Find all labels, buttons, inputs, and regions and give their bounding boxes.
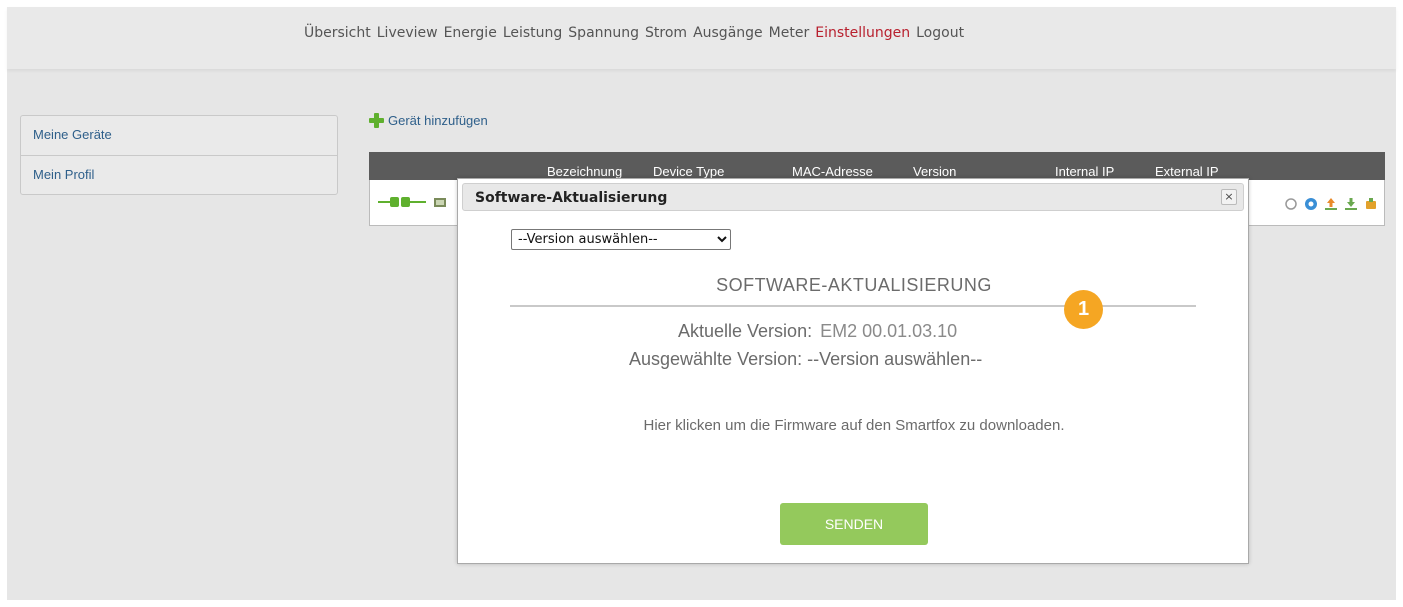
current-version-value: EM2 00.01.03.10 <box>820 321 958 341</box>
firmware-download-link[interactable]: Hier klicken um die Firmware auf den Sma… <box>458 417 1250 434</box>
page-background: Übersicht Liveview Energie Leistung Span… <box>7 7 1396 600</box>
dialog-title: Software-Aktualisierung <box>475 190 668 206</box>
dialog-titlebar: Software-Aktualisierung × <box>462 183 1244 211</box>
selected-version-line: Ausgewählte Version: --Version auswählen… <box>629 349 983 369</box>
dialog-heading: SOFTWARE-AKTUALISIERUNG <box>716 275 992 295</box>
modal-overlay: Software-Aktualisierung × --Version ausw… <box>7 7 1396 600</box>
software-update-dialog: Software-Aktualisierung × --Version ausw… <box>457 178 1249 564</box>
close-icon[interactable]: × <box>1221 189 1237 205</box>
callout-badge: 1 <box>1064 290 1103 329</box>
current-version-label: Aktuelle Version: <box>678 321 813 341</box>
send-button[interactable]: SENDEN <box>780 503 928 545</box>
version-select[interactable]: --Version auswählen-- <box>511 229 731 250</box>
current-version-line: Aktuelle Version: EM2 00.01.03.10 <box>678 321 957 342</box>
